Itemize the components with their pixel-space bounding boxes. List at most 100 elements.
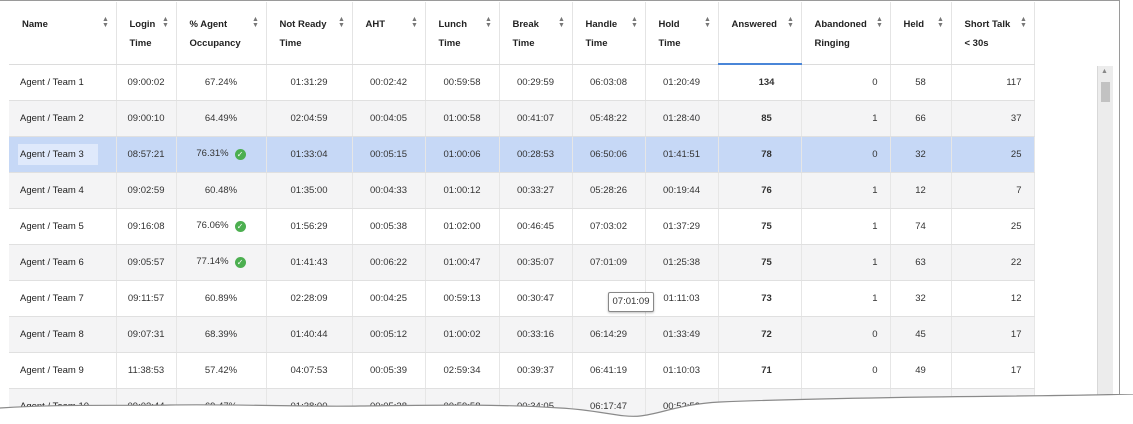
- sort-icon[interactable]: ▲ ▼: [1020, 16, 1028, 30]
- cell-not-ready-time: 01:41:43: [266, 244, 353, 281]
- column-header-label: Hold: [658, 19, 680, 30]
- cell-abandoned-ringing: 0: [801, 352, 891, 389]
- cell-login-time: 08:57:21: [116, 136, 177, 173]
- column-header-held[interactable]: Held ▲ ▼: [890, 2, 952, 65]
- column-header-handle-time[interactable]: Handle Time ▲ ▼: [572, 2, 646, 65]
- cell-abandoned-ringing: 1: [801, 280, 891, 317]
- cell-answered: 71: [718, 352, 802, 389]
- column-header-label: AHT: [365, 19, 386, 30]
- column-header-lunch-time[interactable]: Lunch Time ▲ ▼: [425, 2, 500, 65]
- cell-handle-time: 06:03:08: [572, 64, 646, 101]
- cell-hold-time: 01:25:38: [645, 244, 719, 281]
- column-header-answered[interactable]: Answered ▲ ▼: [718, 2, 802, 65]
- cell-lunch-time: 01:02:00: [425, 208, 500, 245]
- cell-login-time: 09:02:59: [116, 172, 177, 209]
- occupancy-value: 76.06%: [196, 220, 229, 231]
- sort-icon[interactable]: ▲ ▼: [704, 16, 712, 30]
- cell-hold-time: 01:10:03: [645, 352, 719, 389]
- cell-aht: 00:05:39: [352, 352, 426, 389]
- cell-name: Agent / Team 6: [9, 244, 117, 281]
- cell-name: Agent / Team 8: [9, 316, 117, 353]
- cell-hold-time: 01:28:40: [645, 100, 719, 137]
- vertical-scrollbar[interactable]: ▲: [1097, 66, 1113, 424]
- cell-login-time: 09:07:31: [116, 316, 177, 353]
- sort-icon[interactable]: ▲ ▼: [787, 16, 795, 30]
- cell-lunch-time: 01:00:58: [425, 100, 500, 137]
- sort-icon[interactable]: ▲ ▼: [631, 16, 639, 30]
- table-body: Agent / Team 1 09:00:02 67.24% 01:31:29 00:0…: [9, 64, 1035, 424]
- column-header-label: Handle: [585, 19, 618, 30]
- cell-short-talk: 17: [951, 352, 1035, 389]
- table-row[interactable]: Agent / Team 3 08:57:21 76.31% ✓ 01:33:04 00:…: [9, 136, 1035, 173]
- cell-answered: 73: [718, 280, 802, 317]
- cell-name: Agent / Team 4: [9, 172, 117, 209]
- table-row[interactable]: Agent / Team 5 09:16:08 76.06% ✓ 01:56:29 00:…: [9, 208, 1035, 245]
- cell-name: Agent / Team 7: [9, 280, 117, 317]
- cell-agent-occupancy: 60.89%: [176, 280, 267, 317]
- column-header-label: Break: [512, 19, 539, 30]
- table-row[interactable]: Agent / Team 8 09:07:31 68.39% 01:40:44 00:0…: [9, 316, 1035, 353]
- column-header-label: Not Ready: [279, 19, 327, 30]
- cell-handle-time: 05:48:22: [572, 100, 646, 137]
- agent-name: Agent / Team 5: [20, 220, 84, 232]
- cell-break-time: 00:39:37: [499, 352, 573, 389]
- table-row[interactable]: Agent / Team 2 09:00:10 64.49% 02:04:59 00:0…: [9, 100, 1035, 137]
- cell-aht: 00:04:25: [352, 280, 426, 317]
- cell-login-time: 09:00:02: [116, 64, 177, 101]
- occupancy-value: 60.48%: [204, 184, 238, 196]
- column-header-sublabel: < 30s: [964, 38, 989, 49]
- agent-name: Agent / Team 2: [20, 112, 84, 124]
- cell-abandoned-ringing: 1: [801, 172, 891, 209]
- cell-abandoned-ringing: 1: [801, 100, 891, 137]
- occupancy-value: 64.49%: [204, 112, 238, 124]
- sort-icon[interactable]: ▲ ▼: [937, 16, 945, 30]
- agent-name: Agent / Team 7: [20, 292, 84, 304]
- cell-held: 12: [890, 172, 952, 209]
- table-row[interactable]: Agent / Team 7 09:11:57 60.89% 02:28:09 00:0…: [9, 280, 1035, 317]
- cell-aht: 00:02:42: [352, 64, 426, 101]
- cell-short-talk: 7: [951, 172, 1035, 209]
- column-header-break-time[interactable]: Break Time ▲ ▼: [499, 2, 573, 65]
- column-header-hold-time[interactable]: Hold Time ▲ ▼: [645, 2, 719, 65]
- torn-edge-decoration: [0, 394, 1133, 424]
- occupancy-value: 60.89%: [204, 292, 238, 304]
- sort-icon[interactable]: ▲ ▼: [252, 16, 260, 30]
- cell-lunch-time: 00:59:13: [425, 280, 500, 317]
- sort-icon[interactable]: ▲ ▼: [558, 16, 566, 30]
- column-header-abandoned-ringing[interactable]: Abandoned Ringing ▲ ▼: [801, 2, 891, 65]
- sort-icon[interactable]: ▲ ▼: [411, 16, 419, 30]
- sort-icon[interactable]: ▲ ▼: [876, 16, 884, 30]
- agent-name: Agent / Team 6: [20, 256, 84, 268]
- cell-login-time: 11:38:53: [116, 352, 177, 389]
- table-row[interactable]: Agent / Team 9 11:38:53 57.42% 04:07:53 00:0…: [9, 352, 1035, 389]
- cell-name: Agent / Team 3: [9, 136, 117, 173]
- cell-aht: 00:05:38: [352, 208, 426, 245]
- column-header-agent-occupancy[interactable]: % Agent Occupancy ▲ ▼: [176, 2, 267, 65]
- sort-icon[interactable]: ▲ ▼: [338, 16, 346, 30]
- column-header-sublabel: Time: [585, 38, 608, 49]
- column-header-name[interactable]: Name ▲ ▼: [9, 2, 117, 65]
- sort-icon[interactable]: ▲ ▼: [485, 16, 493, 30]
- cell-abandoned-ringing: 0: [801, 136, 891, 173]
- table-row[interactable]: Agent / Team 6 09:05:57 77.14% ✓ 01:41:43 00:…: [9, 244, 1035, 281]
- sort-icon[interactable]: ▲ ▼: [162, 16, 170, 30]
- cell-answered: 72: [718, 316, 802, 353]
- cell-aht: 00:04:05: [352, 100, 426, 137]
- cell-short-talk: 12: [951, 280, 1035, 317]
- scrollbar-thumb[interactable]: [1101, 82, 1110, 102]
- cell-held: 58: [890, 64, 952, 101]
- column-header-login-time[interactable]: Login Time ▲ ▼: [116, 2, 177, 65]
- scroll-up-arrow-icon[interactable]: ▲: [1101, 68, 1108, 75]
- occupancy-value: 67.24%: [204, 76, 238, 88]
- cell-agent-occupancy: 76.31% ✓: [176, 136, 267, 173]
- cell-held: 49: [890, 352, 952, 389]
- cell-held: 45: [890, 316, 952, 353]
- cell-aht: 00:06:22: [352, 244, 426, 281]
- column-header-short-talk[interactable]: Short Talk < 30s ▲ ▼: [951, 2, 1035, 65]
- table-row[interactable]: Agent / Team 1 09:00:02 67.24% 01:31:29 00:0…: [9, 64, 1035, 101]
- column-header-not-ready-time[interactable]: Not Ready Time ▲ ▼: [266, 2, 353, 65]
- table-row[interactable]: Agent / Team 4 09:02:59 60.48% 01:35:00 00:0…: [9, 172, 1035, 209]
- cell-break-time: 00:30:47: [499, 280, 573, 317]
- column-header-aht[interactable]: AHT ▲ ▼: [352, 2, 426, 65]
- sort-icon[interactable]: ▲ ▼: [102, 16, 110, 30]
